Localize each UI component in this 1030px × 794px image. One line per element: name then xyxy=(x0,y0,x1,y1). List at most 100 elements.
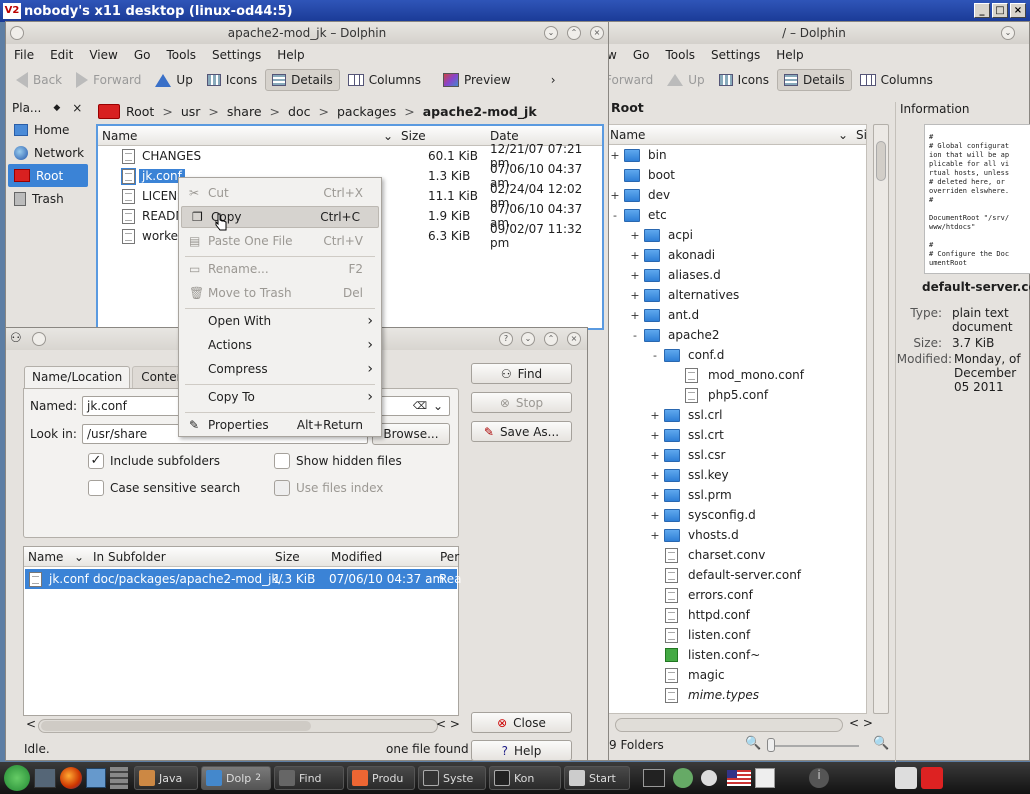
expand-icon[interactable]: + xyxy=(650,429,660,442)
menu-item-rename[interactable]: ▭ Rename... F2 xyxy=(179,258,381,280)
expand-icon[interactable]: + xyxy=(650,409,660,422)
col-name[interactable]: Name xyxy=(102,129,137,143)
firefox-icon[interactable] xyxy=(60,767,82,789)
close-icon[interactable]: × xyxy=(1010,3,1026,18)
task-dolphin[interactable]: Dolp 2 xyxy=(201,766,271,790)
tree-row[interactable]: + ssl.crl xyxy=(606,405,866,425)
menu-item-copy-to[interactable]: Copy To › xyxy=(179,386,381,408)
maximize-icon[interactable]: ⌃ xyxy=(544,332,558,346)
close-places-icon[interactable]: × xyxy=(72,101,82,115)
volume-tray-icon[interactable] xyxy=(701,770,717,786)
forward-button[interactable]: Forward xyxy=(70,69,147,91)
menu-item-paste-one-file[interactable]: ▤ Paste One File Ctrl+V xyxy=(179,230,381,252)
file-manager-icon[interactable] xyxy=(86,768,106,788)
icons-view-button[interactable]: Icons xyxy=(201,70,263,90)
scroll-arrows[interactable]: < > xyxy=(849,716,873,730)
minimize-icon[interactable]: _ xyxy=(974,3,990,18)
details-view-button[interactable]: Details xyxy=(777,69,852,91)
browse-button[interactable]: Browse... xyxy=(372,423,450,445)
places-item-root[interactable]: Root xyxy=(8,164,88,187)
pager-icon[interactable] xyxy=(110,767,128,789)
minimize-icon[interactable]: ⌄ xyxy=(521,332,535,346)
maximize-icon[interactable]: □ xyxy=(992,3,1008,18)
second-window-titlebar[interactable]: / – Dolphin ⌄ xyxy=(599,22,1029,44)
package-tray-icon[interactable] xyxy=(673,768,693,788)
tree-col-name[interactable]: Name xyxy=(610,128,645,142)
keyboard-layout-flag-icon[interactable] xyxy=(727,770,751,786)
tree-row[interactable]: php5.conf xyxy=(606,385,866,405)
crumb-doc[interactable]: doc xyxy=(288,104,310,119)
tree-row[interactable]: charset.conv xyxy=(606,545,866,565)
tree-row[interactable]: httpd.conf xyxy=(606,605,866,625)
collapse-icon[interactable]: - xyxy=(650,349,660,362)
whats-this-icon[interactable]: ? xyxy=(499,332,513,346)
zoom-in-icon[interactable]: 🔍 xyxy=(873,736,889,751)
tree-row[interactable]: default-server.conf xyxy=(606,565,866,585)
maximize-icon[interactable]: ⌃ xyxy=(567,26,581,40)
places-item-home[interactable]: Home xyxy=(8,118,92,141)
tree-row[interactable]: mod_mono.conf xyxy=(606,365,866,385)
icons-view-button[interactable]: Icons xyxy=(713,70,775,90)
menu-tools[interactable]: Tools xyxy=(166,48,196,62)
menu-item-open-with[interactable]: Open With › xyxy=(179,310,381,332)
menu-help[interactable]: Help xyxy=(776,48,803,62)
task-find[interactable]: Find xyxy=(274,766,344,790)
places-item-trash[interactable]: Trash xyxy=(8,187,92,210)
case-sensitive-checkbox[interactable]: Case sensitive search xyxy=(88,480,240,496)
results-col-modified[interactable]: Modified xyxy=(331,550,382,564)
results-col-name[interactable]: Name xyxy=(28,550,63,564)
expand-icon[interactable]: + xyxy=(650,489,660,502)
menu-help[interactable]: Help xyxy=(277,48,304,62)
expand-icon[interactable]: + xyxy=(610,189,620,202)
menu-item-cut[interactable]: ✂ Cut Ctrl+X xyxy=(179,182,381,204)
close-button[interactable]: ⊗ Close xyxy=(471,712,572,733)
menu-go[interactable]: Go xyxy=(633,48,650,62)
task-system[interactable]: Syste xyxy=(418,766,486,790)
task-java[interactable]: Java xyxy=(134,766,198,790)
back-button[interactable]: Back xyxy=(10,69,68,91)
tree-vertical-scrollbar[interactable] xyxy=(873,124,889,714)
menu-tools[interactable]: Tools xyxy=(665,48,695,62)
tree-row[interactable]: boot xyxy=(606,165,866,185)
expand-icon[interactable]: + xyxy=(630,289,640,302)
expand-icon[interactable]: + xyxy=(650,509,660,522)
tree-row[interactable]: + ssl.prm xyxy=(606,485,866,505)
tree-row[interactable]: + sysconfig.d xyxy=(606,505,866,525)
tree-row[interactable]: + ssl.key xyxy=(606,465,866,485)
tree-row[interactable]: listen.conf~ xyxy=(606,645,866,665)
tree-row[interactable]: mime.types xyxy=(606,685,866,705)
columns-view-button[interactable]: Columns xyxy=(342,70,427,90)
tree-horizontal-scrollbar[interactable] xyxy=(615,718,843,732)
results-col-subfolder[interactable]: In Subfolder xyxy=(93,550,166,564)
results-horizontal-scrollbar[interactable] xyxy=(38,719,438,733)
crumb-root[interactable]: Root xyxy=(126,104,154,119)
use-index-checkbox[interactable]: Use files index xyxy=(274,480,383,496)
window-menu-icon[interactable] xyxy=(32,332,46,346)
details-view-button[interactable]: Details xyxy=(265,69,340,91)
task-konsole[interactable]: Kon xyxy=(489,766,561,790)
places-item-network[interactable]: Network xyxy=(8,141,92,164)
info-tray-icon[interactable]: i xyxy=(809,768,829,788)
menu-item-properties[interactable]: ✎ Properties Alt+Return xyxy=(179,414,381,436)
results-col-permission[interactable]: Per xyxy=(440,550,459,564)
show-desktop-icon[interactable] xyxy=(34,768,56,788)
results-col-size[interactable]: Size xyxy=(275,550,300,564)
zoom-slider[interactable]: 🔍 🔍 xyxy=(745,736,889,752)
tree-row[interactable]: + dev xyxy=(606,185,866,205)
stop-button[interactable]: ⊗ Stop xyxy=(471,392,572,413)
menu-view[interactable]: View xyxy=(89,48,117,62)
menu-item-copy[interactable]: ❐ Copy Ctrl+C xyxy=(181,206,379,228)
menu-settings[interactable]: Settings xyxy=(711,48,760,62)
tree-row[interactable]: errors.conf xyxy=(606,585,866,605)
dropdown-chevron-icon[interactable]: ⌄ xyxy=(433,399,443,413)
tree-row[interactable]: + ant.d xyxy=(606,305,866,325)
tree-row[interactable]: magic xyxy=(606,665,866,685)
scroll-left-icon[interactable]: < xyxy=(26,717,36,731)
sort-chevron-icon[interactable]: ⌄ xyxy=(74,550,84,564)
menu-file[interactable]: File xyxy=(14,48,34,62)
task-start[interactable]: Start xyxy=(564,766,630,790)
application-launcher-icon[interactable] xyxy=(4,765,30,791)
crumb-usr[interactable]: usr xyxy=(181,104,201,119)
power-icon[interactable] xyxy=(921,767,943,789)
expand-icon[interactable]: + xyxy=(630,309,640,322)
